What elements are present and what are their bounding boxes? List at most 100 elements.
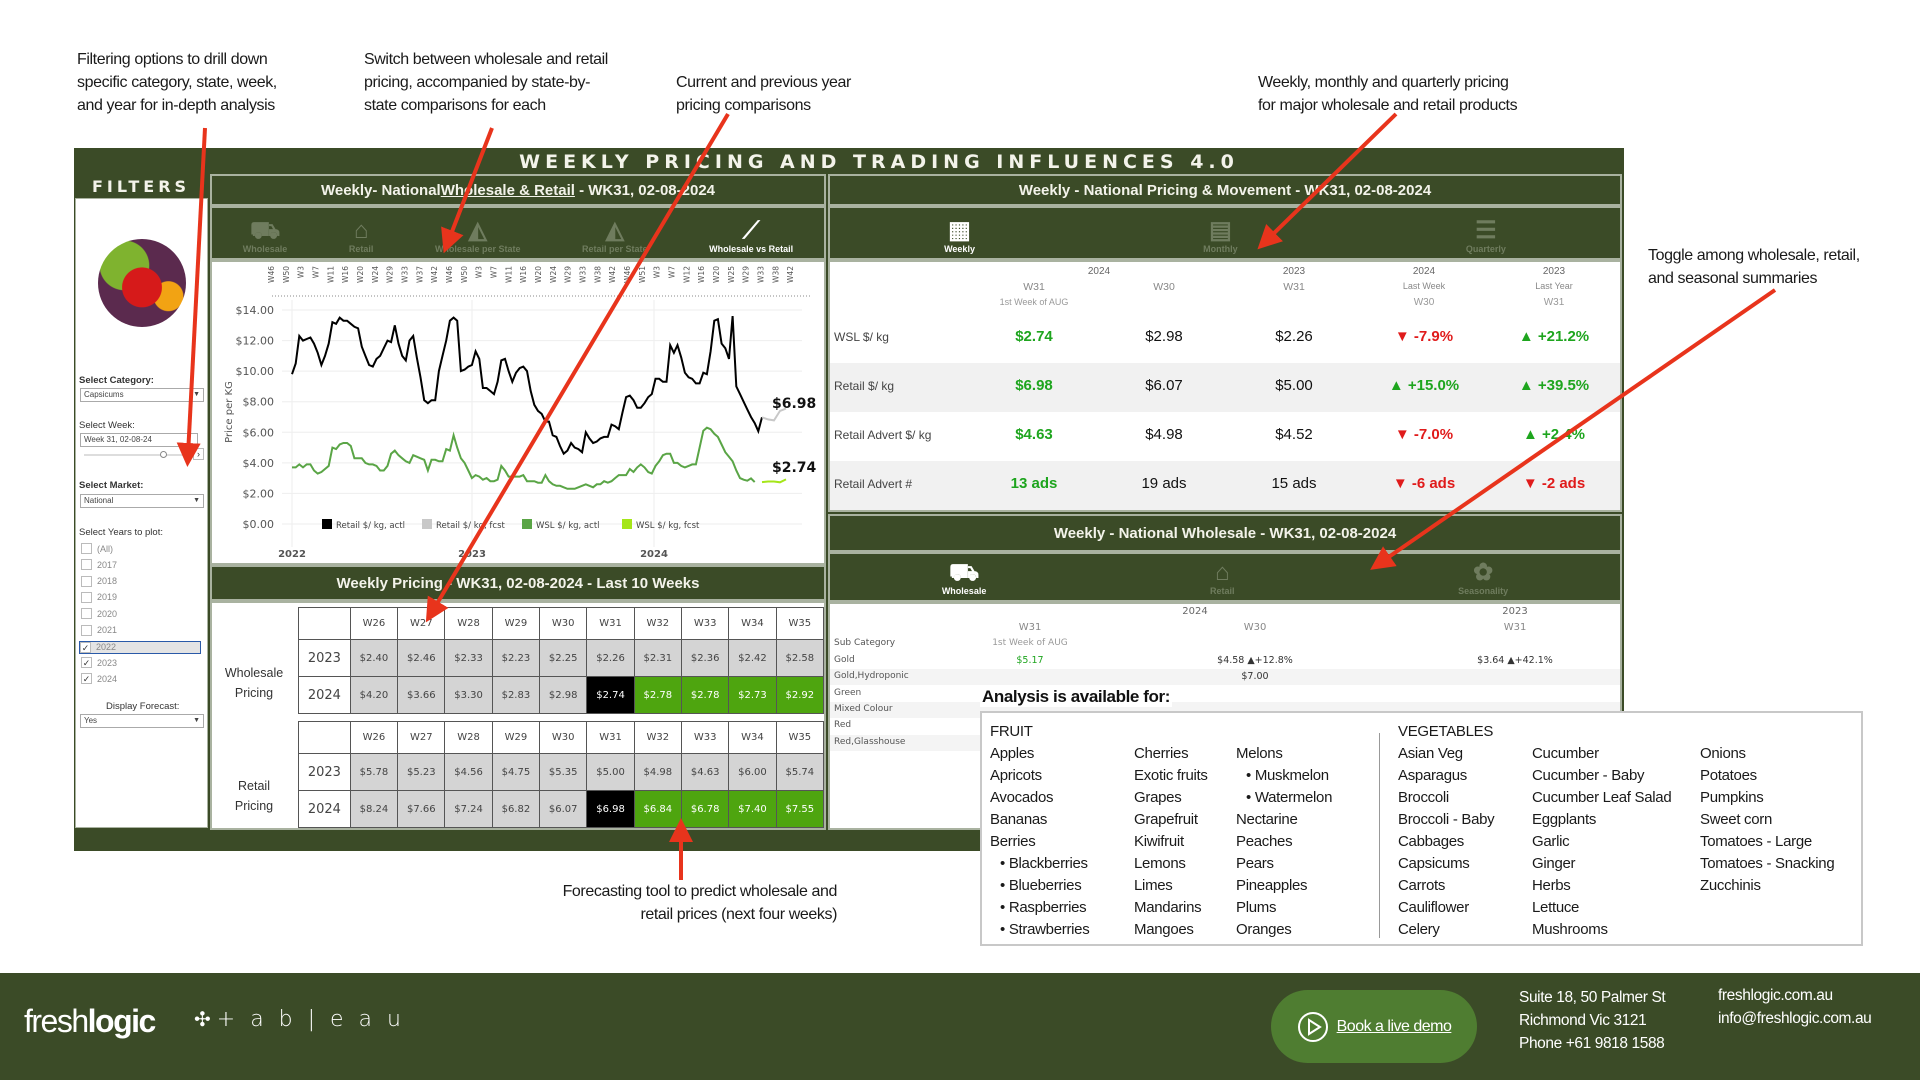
current-value: $6.98 (1015, 377, 1053, 394)
change-down: ▼ -2 ads (1522, 475, 1586, 492)
year-option[interactable]: ✓ 2024 (81, 673, 117, 685)
x-week-tick: W33 (757, 266, 766, 283)
checkbox[interactable]: ✓ (81, 673, 92, 685)
week-header: W30 (539, 721, 588, 754)
annotation-line: for major wholesale and retail products (1258, 97, 1518, 114)
basket-icon: ⌂ (1214, 559, 1230, 586)
list-item: Potatoes (1700, 767, 1757, 784)
year-option[interactable]: ✓ 2022 (79, 640, 201, 654)
change-down: ▼ -7.9% (1394, 328, 1454, 345)
national-wholesale-tabs: ⛟ Wholesale ⌂ Retail ✿ Seasonality (828, 552, 1622, 602)
tab-quarterly[interactable]: ☰ Quarterly (1466, 218, 1506, 255)
year-option[interactable]: 2018 (81, 575, 117, 587)
change-up: ▲ +21.2% (1518, 328, 1590, 345)
legend-swatch (422, 519, 432, 529)
list-item: Pears (1236, 855, 1274, 872)
checkbox[interactable] (81, 543, 92, 554)
annotation-line: and year for in-depth analysis (77, 97, 275, 114)
checkbox[interactable] (81, 559, 92, 571)
week-header: W30 (539, 607, 588, 640)
annotation-forecast: Forecasting tool to predict wholesale an… (542, 880, 838, 926)
week-slider-track[interactable] (84, 454, 184, 456)
week-slider-handle[interactable] (160, 451, 167, 458)
year-option[interactable]: 2021 (81, 624, 117, 636)
x-week-tick: W42 (786, 266, 795, 283)
subcategory-header: Sub Category (834, 638, 896, 648)
tab-wholesale-per-state[interactable]: ◭ Wholesale per State (435, 218, 521, 255)
checkbox[interactable] (81, 624, 92, 636)
tab-monthly[interactable]: ▤ Monthly (1203, 218, 1238, 255)
email-link[interactable]: info@freshlogic.com.au (1718, 1007, 1872, 1030)
week-header: W33 (680, 607, 730, 640)
last-year-value: $5.00 (1275, 377, 1313, 394)
annotation-line: pricing comparisons (676, 97, 811, 114)
tab-wholesale[interactable]: ⛟ Wholesale (942, 560, 987, 597)
market-value: National (84, 496, 114, 505)
col-week: W31 (1018, 622, 1042, 633)
play-icon (1297, 1011, 1328, 1042)
week-input[interactable]: Week 31, 02-08-24 (80, 433, 198, 447)
tab-seasonality[interactable]: ✿ Seasonality (1458, 559, 1508, 597)
year-option[interactable]: ✓ 2023 (81, 657, 117, 669)
x-week-tick: W3 (297, 266, 306, 278)
annotation-line: Switch between wholesale and retail (364, 51, 608, 68)
checkbox[interactable] (81, 608, 92, 620)
year-option[interactable]: 2017 (81, 559, 117, 571)
year-option[interactable]: 2020 (81, 608, 117, 620)
year-label: (All) (97, 543, 113, 554)
header-link[interactable]: Wholesale & Retail (441, 182, 575, 199)
forecast-select[interactable]: Yes ▼ (80, 714, 204, 728)
checkbox[interactable]: ✓ (80, 641, 91, 653)
subcategory-name: Gold (834, 655, 855, 665)
tab-wholesale[interactable]: ⛟ Wholesale (243, 218, 288, 255)
list-item: Pumpkins (1700, 789, 1764, 806)
retail-end-label: $6.98 (772, 396, 816, 412)
price-cell: $6.00 (728, 753, 777, 791)
annotation-line: and seasonal summaries (1648, 270, 1818, 287)
col-year: 2023 (1542, 266, 1566, 277)
category-select[interactable]: Capsicums ▼ (80, 388, 204, 402)
seasonality-icon: ✿ (1473, 559, 1494, 586)
category-label: Select Category: (79, 375, 154, 386)
divider (1379, 733, 1380, 938)
tab-retail-per-state[interactable]: ◭ Retail per State (582, 218, 648, 255)
year-option[interactable]: (All) (81, 543, 113, 554)
week-header: W35 (775, 721, 825, 754)
x-week-tick: W16 (697, 266, 706, 283)
market-select[interactable]: National ▼ (80, 494, 204, 508)
x-week-tick: W3 (475, 266, 484, 278)
tab-weekly[interactable]: ▦ Weekly (944, 218, 975, 255)
annotation-line: Toggle among wholesale, retail, (1648, 247, 1860, 264)
price-cell: $2.23 (491, 639, 541, 677)
tab-retail[interactable]: ⌂ Retail (1210, 559, 1235, 597)
tab-wholesale-vs-retail[interactable]: ⟋ Wholesale vs Retail (709, 217, 793, 255)
subcategory-name: Green (834, 687, 862, 698)
year-option[interactable]: 2019 (81, 591, 117, 603)
col-sub: 1st Week of AUG (992, 638, 1068, 648)
next-week-button[interactable]: › (193, 448, 204, 460)
price-cell: $5.23 (397, 753, 446, 791)
list-item: Kiwifruit (1134, 833, 1184, 850)
price-cell: $4.75 (491, 753, 541, 791)
previous-week-value: $6.07 (1145, 377, 1183, 394)
footer: freshlogic ✣ + a b | e a u Book a live d… (0, 973, 1920, 1080)
previous-week-value: $2.98 (1145, 328, 1183, 345)
book-demo-button[interactable]: Book a live demo (1271, 990, 1477, 1063)
current-value: $5.17 (1016, 655, 1044, 666)
forecast-value: Yes (84, 716, 98, 725)
website-link[interactable]: freshlogic.com.au (1718, 984, 1871, 1007)
list-item: Cucumber Leaf Salad (1532, 789, 1672, 806)
line-chart-icon: ⟋ (742, 217, 760, 244)
week-header-row: W26 W27 W28 W29 W30 W31 W32 W33 W34 W35 (298, 607, 825, 640)
checkbox[interactable]: ✓ (81, 657, 92, 669)
week-header: W29 (491, 607, 541, 640)
checkbox[interactable] (81, 591, 92, 603)
x-week-tick: W51 (638, 266, 647, 283)
price-cell: $3.30 (444, 676, 493, 714)
tab-retail[interactable]: ⌂ Retail (349, 218, 374, 255)
y-tick-label: $4.00 (243, 457, 275, 470)
y-tick-label: $8.00 (243, 396, 275, 409)
header-text: - WK31, 02-08-2024 (574, 181, 716, 199)
checkbox[interactable] (81, 575, 92, 587)
week-header: W29 (491, 721, 541, 754)
